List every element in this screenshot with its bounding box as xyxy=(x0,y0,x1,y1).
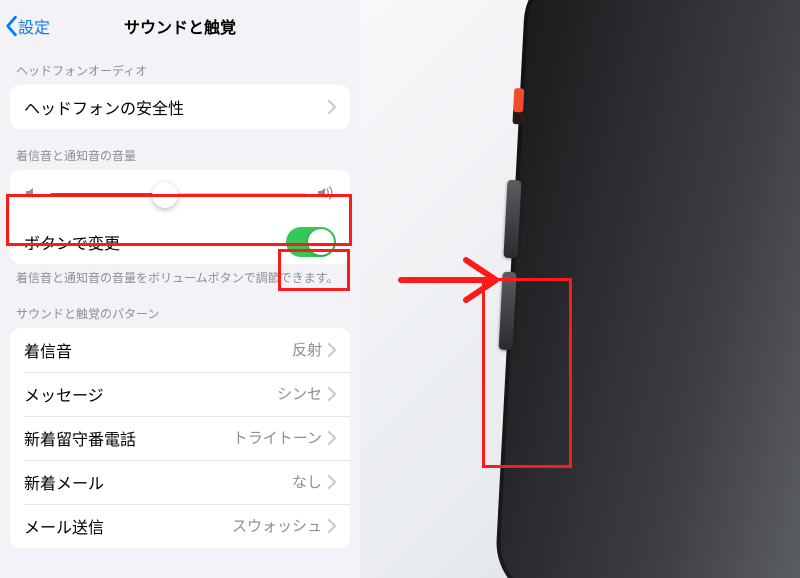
row-label: 着信音 xyxy=(24,338,292,362)
chevron-right-icon xyxy=(328,100,336,114)
back-button[interactable]: 設定 xyxy=(4,14,50,38)
toggle-change-with-buttons[interactable] xyxy=(286,227,336,257)
volume-slider[interactable] xyxy=(50,193,306,197)
arrow-icon xyxy=(396,250,506,315)
section-header-volume: 着信音と通知音の音量 xyxy=(0,129,360,170)
table-row[interactable]: 新着メールなし xyxy=(10,460,350,504)
row-headphone-safety[interactable]: ヘッドフォンの安全性 xyxy=(10,85,350,129)
section-header-headphone: ヘッドフォンオーディオ xyxy=(0,44,360,85)
slider-fill xyxy=(50,193,165,197)
ios-settings-panel: 設定 サウンドと触覚 ヘッドフォンオーディオ ヘッドフォンの安全性 着信音と通知… xyxy=(0,0,360,578)
chevron-right-icon xyxy=(328,519,336,533)
page-title: サウンドと触覚 xyxy=(124,14,236,38)
chevron-right-icon xyxy=(328,387,336,401)
chevron-right-icon xyxy=(328,343,336,357)
row-value: シンセ xyxy=(277,383,322,404)
row-value: スウォッシュ xyxy=(232,515,322,536)
volume-max-icon xyxy=(316,185,336,206)
navbar: 設定 サウンドと触覚 xyxy=(0,0,360,44)
section-header-patterns: サウンドと触覚のパターン xyxy=(0,287,360,328)
row-value: トライトーン xyxy=(233,427,322,448)
row-label: メール送信 xyxy=(24,514,232,538)
mute-switch-icon xyxy=(512,88,524,124)
row-change-with-buttons: ボタンで変更 xyxy=(10,220,350,264)
volume-min-icon xyxy=(24,185,40,206)
chevron-right-icon xyxy=(328,475,336,489)
table-row[interactable]: 新着留守番電話トライトーン xyxy=(10,416,350,460)
toggle-knob xyxy=(308,229,334,255)
volume-slider-row xyxy=(10,170,350,220)
row-label: ヘッドフォンの安全性 xyxy=(24,95,328,119)
table-row[interactable]: メール送信スウォッシュ xyxy=(10,504,350,548)
group-patterns: 着信音反射メッセージシンセ新着留守番電話トライトーン新着メールなしメール送信スウ… xyxy=(10,328,350,548)
row-label: ボタンで変更 xyxy=(24,230,286,254)
chevron-left-icon xyxy=(4,15,18,37)
slider-thumb[interactable] xyxy=(152,182,178,208)
row-value: なし xyxy=(292,471,322,492)
section-footer-volume: 着信音と通知音の音量をボリュームボタンで調節できます。 xyxy=(0,264,360,287)
group-volume: ボタンで変更 xyxy=(10,170,350,264)
row-label: 新着留守番電話 xyxy=(24,426,233,450)
back-label: 設定 xyxy=(18,14,50,38)
row-label: メッセージ xyxy=(24,382,277,406)
table-row[interactable]: メッセージシンセ xyxy=(10,372,350,416)
group-headphone: ヘッドフォンの安全性 xyxy=(10,85,350,129)
row-label: 新着メール xyxy=(24,470,292,494)
table-row[interactable]: 着信音反射 xyxy=(10,328,350,372)
chevron-right-icon xyxy=(328,431,336,445)
row-value: 反射 xyxy=(292,339,322,360)
